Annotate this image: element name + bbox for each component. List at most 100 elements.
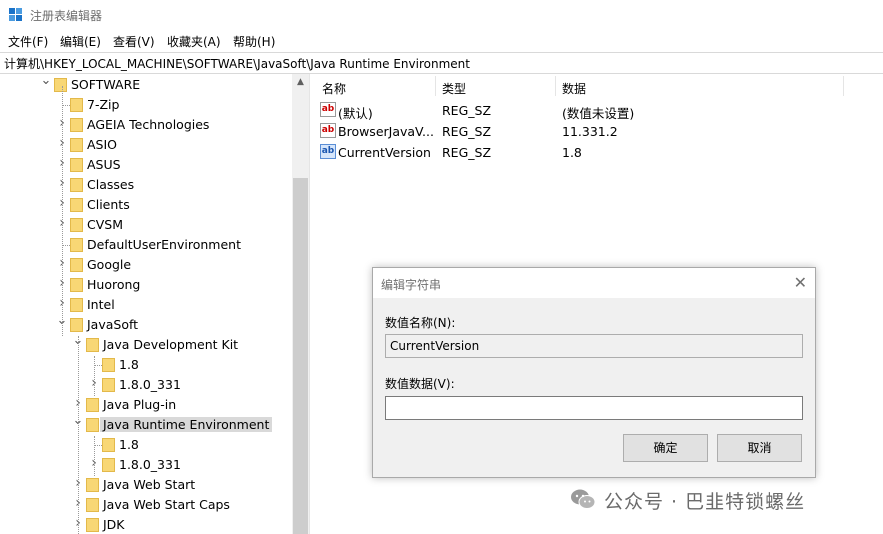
value-name-label: 数值名称(N): [385,316,456,330]
folder-icon [86,478,99,492]
tree-item-label: Classes [87,177,135,192]
tree-item[interactable]: › CVSM [0,215,292,235]
tree-item-label: Java Web Start Caps [103,497,230,512]
tree-item-label: Java Runtime Environment [100,417,273,432]
tree-item[interactable]: DefaultUserEnvironment [0,235,292,255]
tree-item-label: 7-Zip [87,97,120,112]
tree-item-label: ASIO [87,137,118,152]
menu-view[interactable]: 查看(V) [113,33,155,50]
tree-item-label: Java Development Kit [103,337,239,352]
cancel-button[interactable]: 取消 [717,434,802,462]
scroll-up-arrow-icon[interactable]: ▲ [292,74,309,91]
dialog-title-bar[interactable]: 编辑字符串 ✕ [373,268,815,298]
tree-item-label: ASUS [87,157,121,172]
tree-item[interactable]: › AGEIA Technologies [0,115,292,135]
tree-item-label: 1.8.0_331 [119,377,181,392]
tree-item-label: Clients [87,197,130,212]
tree-item[interactable]: › 1.8.0_331 [0,455,292,475]
string-value-icon: ab [320,144,336,159]
tree-item[interactable]: 7-Zip [0,95,292,115]
list-row[interactable]: ab BrowserJavaV... REG_SZ 11.331.2 [314,121,883,142]
folder-icon [70,118,83,132]
wechat-icon [571,489,596,509]
tree-item[interactable]: › JDK [0,515,292,534]
key-tree: ⌄ SOFTWARE 7-Zip › AGEIA Technologies › ASIO › A… [0,74,310,534]
tree-item-label: 1.8 [119,357,139,372]
folder-icon [70,218,83,232]
folder-icon [86,498,99,512]
tree-item[interactable]: › Java Plug-in [0,395,292,415]
value-type: REG_SZ [442,145,492,160]
folder-icon [70,138,83,152]
folder-icon [70,98,83,112]
tree-item-label: 1.8 [119,437,139,452]
tree-item-label: JavaSoft [87,317,139,332]
folder-icon [102,458,115,472]
value-type: REG_SZ [442,103,492,118]
folder-icon [70,258,83,272]
tree-item[interactable]: › ASIO [0,135,292,155]
menu-file[interactable]: 文件(F) [8,33,48,50]
folder-icon [70,298,83,312]
tree-item[interactable]: ⌄ JavaSoft [0,313,292,335]
folder-icon [70,278,83,292]
tree-item[interactable]: ⌄ SOFTWARE [0,74,292,95]
tree-item[interactable]: › Java Web Start [0,475,292,495]
tree-item[interactable]: › Classes [0,175,292,195]
tree-item[interactable]: › Java Web Start Caps [0,495,292,515]
menu-favorites[interactable]: 收藏夹(A) [167,33,221,50]
edit-string-dialog: 编辑字符串 ✕ 数值名称(N): 数值数据(V): 确定 取消 [372,267,816,478]
value-data-field[interactable] [385,396,803,420]
folder-icon [86,418,99,432]
tree-item-label: Java Plug-in [103,397,177,412]
folder-icon [70,318,83,332]
chevron-down-icon[interactable]: ⌄ [40,74,52,88]
address-path[interactable]: 计算机\HKEY_LOCAL_MACHINE\SOFTWARE\JavaSoft… [4,55,470,72]
ok-button[interactable]: 确定 [623,434,708,462]
string-value-icon: ab [320,123,336,138]
folder-icon [70,178,83,192]
folder-icon [102,438,115,452]
list-row[interactable]: ab CurrentVersion REG_SZ 1.8 [314,142,883,163]
value-name: BrowserJavaV... [338,124,434,139]
tree-item[interactable]: 1.8 [0,355,292,375]
folder-icon [86,518,99,532]
tree-item[interactable]: › Huorong [0,275,292,295]
list-row[interactable]: ab (默认) REG_SZ (数值未设置) [314,100,883,121]
address-bar[interactable]: 计算机\HKEY_LOCAL_MACHINE\SOFTWARE\JavaSoft… [0,52,883,74]
string-value-icon: ab [320,102,336,117]
menu-help[interactable]: 帮助(H) [233,33,275,50]
folder-icon [102,358,115,372]
scroll-thumb[interactable] [293,178,308,534]
tree-item[interactable]: › Intel [0,295,292,315]
dialog-title: 编辑字符串 [381,278,442,292]
folder-icon [102,378,115,392]
tree-item[interactable]: ⌄ Java Development Kit [0,333,292,355]
registry-editor-icon [9,8,23,22]
window-title: 注册表编辑器 [30,9,103,23]
folder-icon [86,398,99,412]
close-icon[interactable]: ✕ [794,273,807,292]
value-name-field[interactable] [385,334,803,358]
folder-icon [86,338,99,352]
value-name: CurrentVersion [338,145,431,160]
tree-item-label: Huorong [87,277,141,292]
folder-icon [54,78,67,92]
value-data: 1.8 [562,145,582,160]
tree-item-label: Google [87,257,132,272]
value-data: (数值未设置) [562,106,635,121]
menu-edit[interactable]: 编辑(E) [60,33,101,50]
tree-item[interactable]: › Clients [0,195,292,215]
menu-bar: 文件(F) 编辑(E) 查看(V) 收藏夹(A) 帮助(H) [0,31,883,51]
tree-item-label: DefaultUserEnvironment [87,237,241,252]
tree-item[interactable]: 1.8 [0,435,292,455]
title-bar: 注册表编辑器 [0,0,883,30]
tree-item-label: CVSM [87,217,123,232]
tree-scrollbar[interactable]: ▲ [292,74,309,534]
tree-item[interactable]: › 1.8.0_331 [0,375,292,395]
tree-item[interactable]: › ASUS [0,155,292,175]
tree-item[interactable]: ⌄ Java Runtime Environment [0,413,292,435]
value-data-label: 数值数据(V): [385,377,455,391]
tree-item[interactable]: › Google [0,255,292,275]
tree-item-label: 1.8.0_331 [119,457,181,472]
